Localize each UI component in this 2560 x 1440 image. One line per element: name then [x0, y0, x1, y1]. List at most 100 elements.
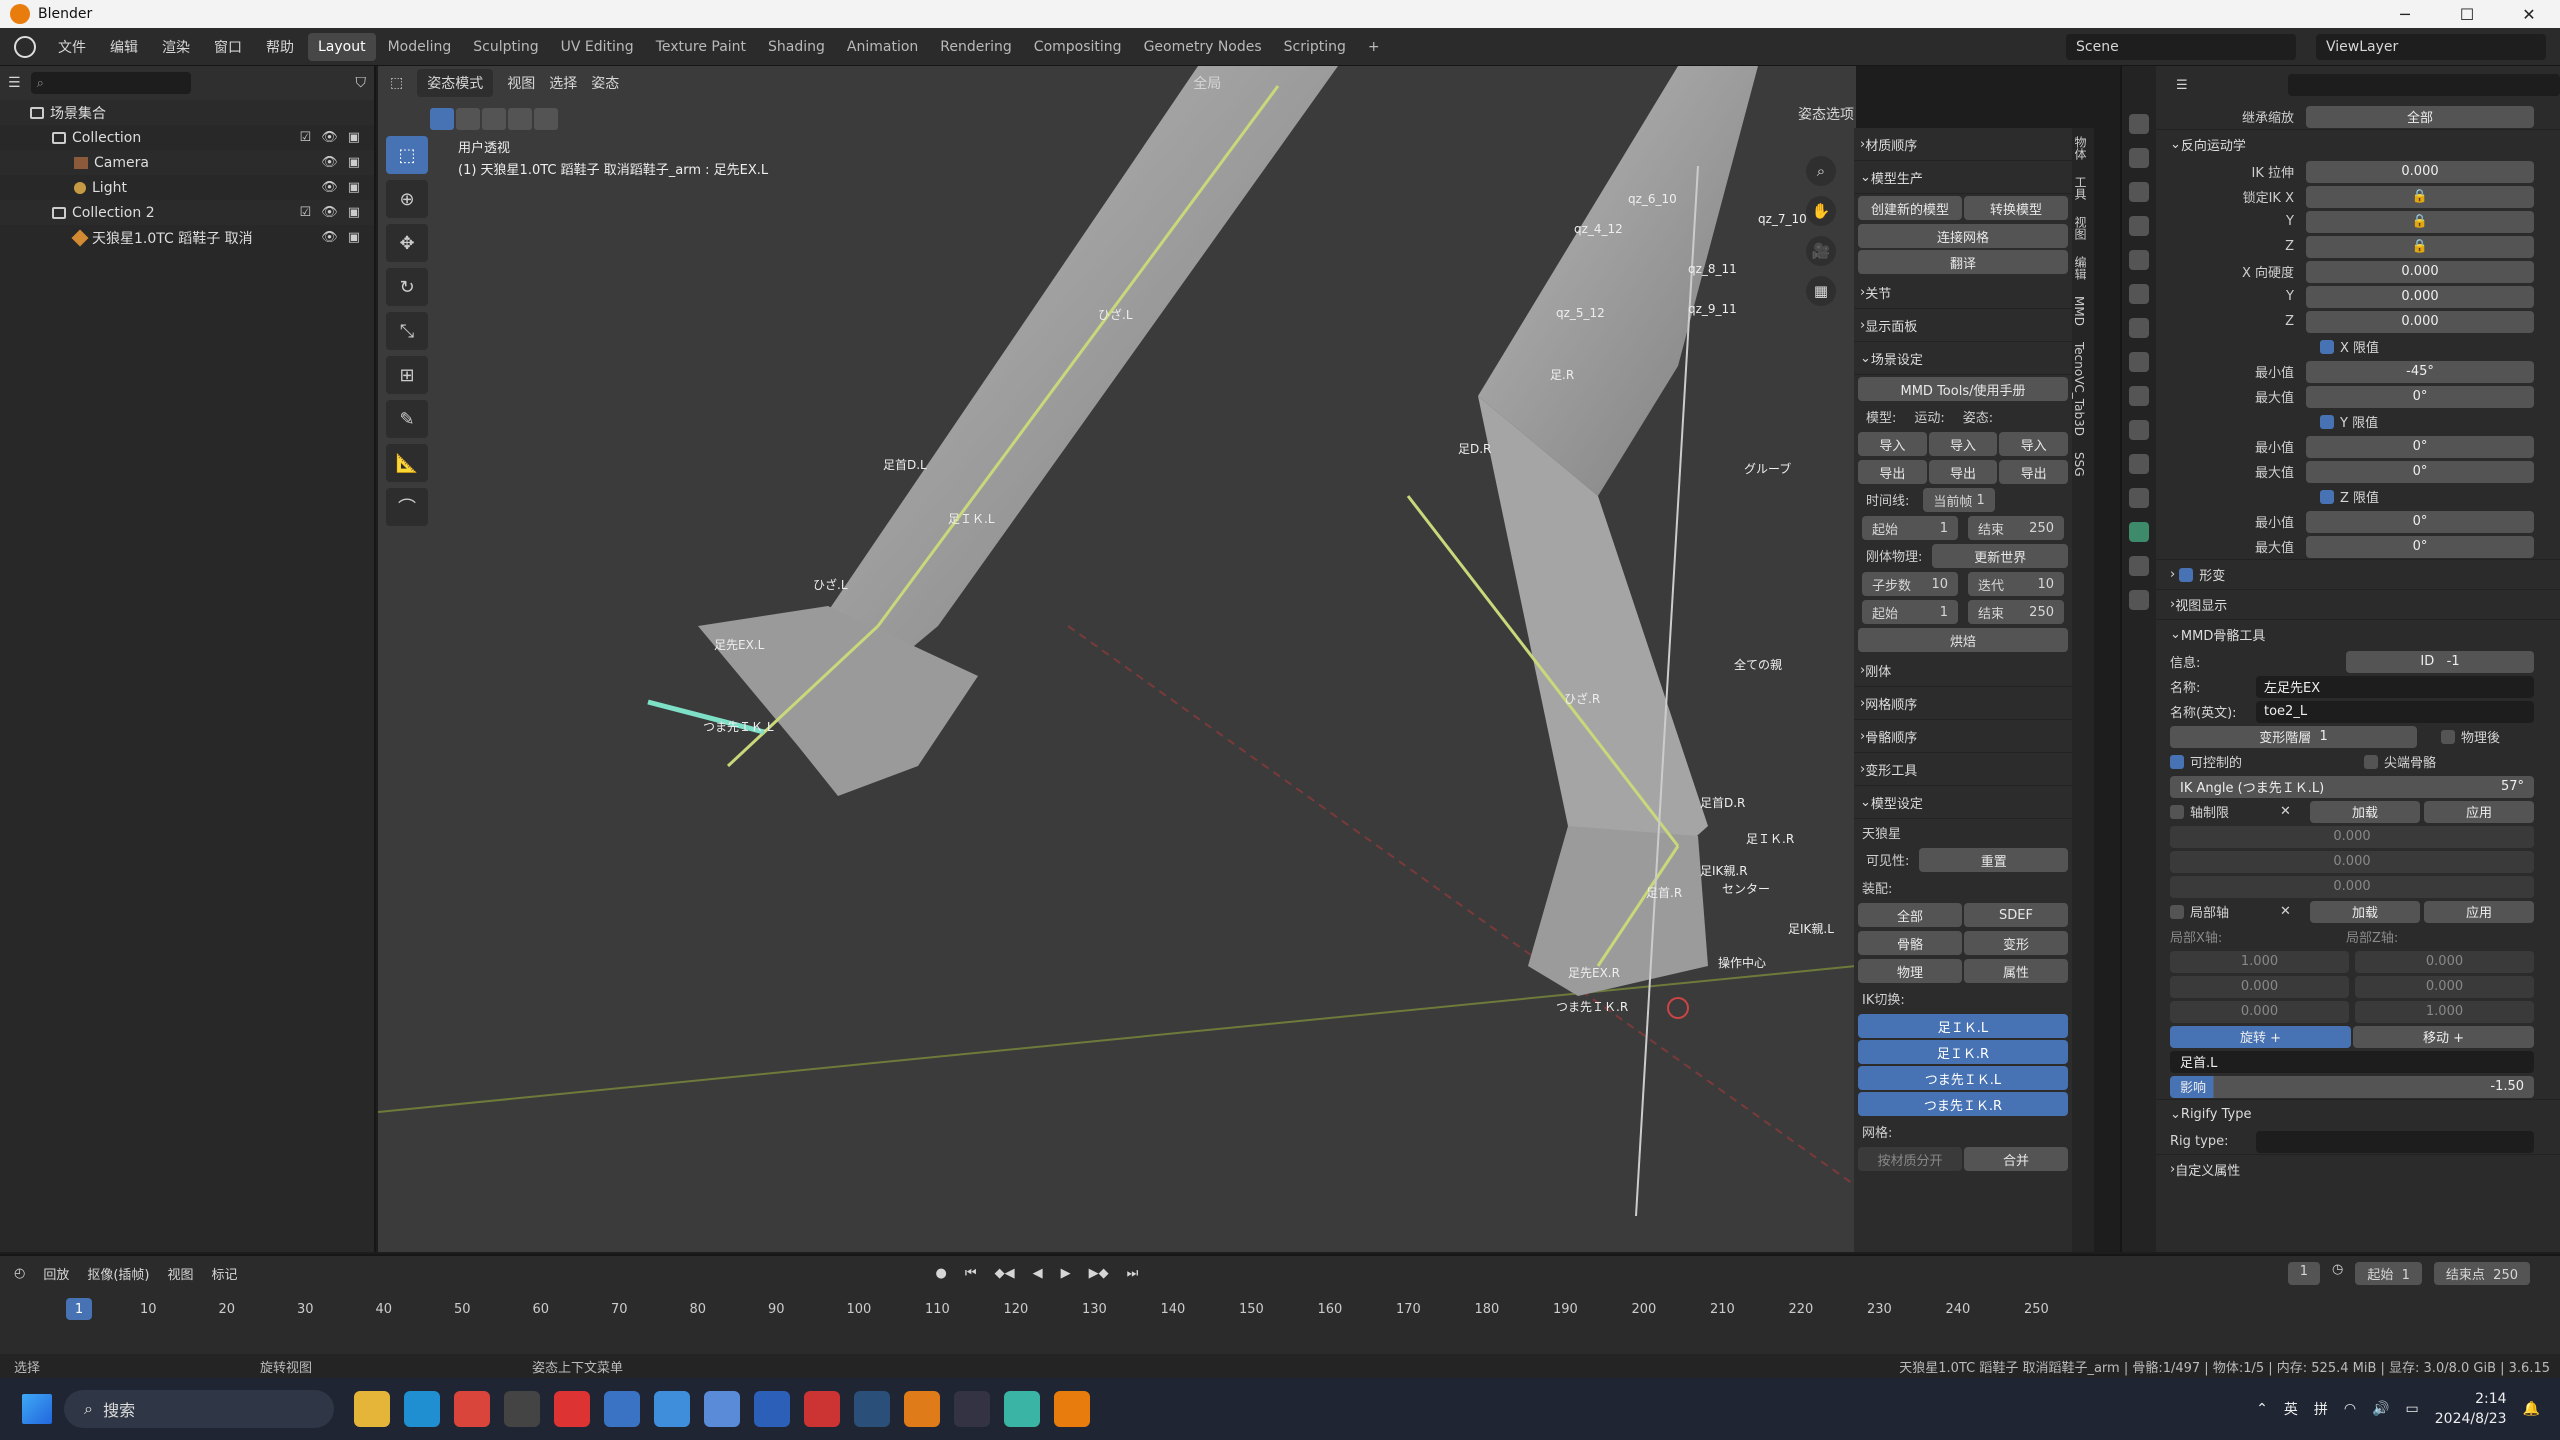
ime-lang-indicator[interactable]: 英: [2284, 1399, 2298, 1419]
update-world-button[interactable]: 更新世界: [1932, 544, 2068, 568]
eye-icon[interactable]: 👁: [321, 230, 338, 245]
section-custom-properties[interactable]: › 自定义属性: [2156, 1154, 2560, 1184]
properties-search-input[interactable]: [2287, 74, 2560, 96]
bone-id-field[interactable]: ID -1: [2346, 650, 2534, 673]
z-limit-checkbox[interactable]: [2320, 489, 2334, 504]
physics-props-icon[interactable]: [2129, 420, 2149, 440]
mmd-tools-manual-button[interactable]: MMD Tools/使用手册: [1858, 377, 2068, 401]
stiffness-z-field[interactable]: 0.000: [2306, 310, 2534, 333]
tab-shading[interactable]: Shading: [758, 33, 835, 61]
maximize-button[interactable]: ☐: [2436, 0, 2498, 28]
tab-modeling[interactable]: Modeling: [378, 33, 462, 61]
local-z-z-field[interactable]: 1.000: [2355, 1000, 2534, 1023]
section-rigify-type[interactable]: ⌄ Rigify Type: [2156, 1099, 2560, 1129]
checkbox-icon[interactable]: ☑: [300, 205, 312, 220]
inherit-scale-dropdown[interactable]: 全部: [2306, 105, 2534, 128]
axis-limit-checkbox[interactable]: [2170, 804, 2184, 819]
eye-icon[interactable]: 👁: [321, 155, 338, 170]
constraint-props-icon[interactable]: [2129, 454, 2149, 474]
windows-start-icon[interactable]: [22, 1394, 52, 1424]
start-frame-field[interactable]: 起始 1: [2355, 1262, 2422, 1285]
ik-toggle-foot-r[interactable]: 足ＩＫ.R: [1858, 1040, 2068, 1064]
bake-button[interactable]: 烘焙: [1858, 628, 2068, 652]
cursor-tool[interactable]: ⊕: [386, 180, 428, 218]
select-new-button[interactable]: [430, 108, 454, 130]
lock-ik-y-toggle[interactable]: 🔒: [2306, 210, 2534, 233]
editor-type-icon[interactable]: ◴: [14, 1266, 25, 1281]
render-props-icon[interactable]: [2129, 148, 2149, 168]
zoom-icon[interactable]: ⌕: [1806, 156, 1836, 186]
menu-render[interactable]: 渲染: [150, 37, 202, 57]
rotate-tool[interactable]: ↻: [386, 268, 428, 306]
section-morph-tools[interactable]: › 变形工具: [1854, 753, 2072, 786]
outliner-row-collection[interactable]: Collection ☑ 👁 ▣: [0, 125, 374, 150]
x-max-field[interactable]: 0°: [2306, 385, 2534, 408]
export-pose-button[interactable]: 导出: [1999, 460, 2069, 484]
tab-mmd[interactable]: MMD: [2072, 288, 2086, 334]
physics-end-field[interactable]: 结束 250: [1968, 600, 2064, 624]
section-rigid-body[interactable]: › 刚体: [1854, 654, 2072, 687]
app-icon[interactable]: [1004, 1391, 1040, 1427]
local-axis-checkbox[interactable]: [2170, 904, 2184, 919]
blender-menu-icon[interactable]: [14, 35, 36, 58]
section-material-order[interactable]: › 材质顺序: [1854, 128, 2072, 161]
clear-icon[interactable]: ✕: [2280, 804, 2310, 819]
clock-icon[interactable]: ◷: [2332, 1262, 2343, 1285]
notification-bell-icon[interactable]: 🔔: [2523, 1401, 2540, 1417]
ik-toggle-toe-r[interactable]: つま先ＩＫ.R: [1858, 1092, 2068, 1116]
render-icon[interactable]: ▣: [348, 180, 360, 195]
steam-icon[interactable]: [854, 1391, 890, 1427]
qq-icon[interactable]: [504, 1391, 540, 1427]
ik-toggle-foot-l[interactable]: 足ＩＫ.L: [1858, 1014, 2068, 1038]
render-icon[interactable]: ▣: [348, 205, 360, 220]
collection-props-icon[interactable]: [2129, 318, 2149, 338]
merge-button[interactable]: 合并: [1964, 1147, 2068, 1171]
export-model-button[interactable]: 导出: [1858, 460, 1927, 484]
timeline-ruler[interactable]: 1 10 20 30 40 50 60 70 80 90 100 110 120 130 140 150 16…: [0, 1294, 2560, 1334]
output-props-icon[interactable]: [2129, 182, 2149, 202]
x-limit-checkbox[interactable]: [2320, 339, 2334, 354]
local-x-x-field[interactable]: 1.000: [2170, 950, 2349, 973]
section-model-production[interactable]: ⌄ 模型生产: [1854, 161, 2072, 194]
select-subtract-button[interactable]: [482, 108, 506, 130]
assembly-bones-button[interactable]: 骨骼: [1858, 931, 1962, 955]
after-physics-checkbox[interactable]: [2440, 729, 2455, 744]
axis-apply-button[interactable]: 应用: [2424, 800, 2534, 823]
scale-tool[interactable]: ⤡: [386, 312, 428, 350]
menu-edit[interactable]: 编辑: [98, 37, 150, 57]
tab-scripting[interactable]: Scripting: [1274, 33, 1356, 61]
section-mesh-order[interactable]: › 网格顺序: [1854, 687, 2072, 720]
measure-tool[interactable]: 📐: [386, 444, 428, 482]
start-frame-field[interactable]: 起始 1: [1862, 516, 1958, 540]
battery-icon[interactable]: ▭: [2406, 1401, 2419, 1417]
armature-props-icon[interactable]: [2129, 488, 2149, 508]
tab-geometry-nodes[interactable]: Geometry Nodes: [1134, 33, 1272, 61]
tab-tool[interactable]: 工具: [2072, 168, 2089, 208]
scene-props-icon[interactable]: [2129, 250, 2149, 270]
axis-x-field[interactable]: 0.000: [2170, 825, 2534, 848]
section-display-panel[interactable]: › 显示面板: [1854, 309, 2072, 342]
app-icon[interactable]: [704, 1391, 740, 1427]
local-z-y-field[interactable]: 0.000: [2355, 975, 2534, 998]
scene-selector[interactable]: Scene: [2066, 34, 2296, 60]
playback-menu[interactable]: 回放: [43, 1264, 69, 1283]
section-scene-setup[interactable]: ⌄ 场景设定: [1854, 342, 2072, 375]
3d-viewport[interactable]: ⬚ 姿态模式 视图 选择 姿态 全局 姿态选项 用户透视 (1) 天狼星1.0T…: [378, 66, 1856, 1252]
ik-stretch-field[interactable]: 0.000: [2306, 160, 2534, 183]
menu-file[interactable]: 文件: [46, 37, 98, 57]
file-explorer-icon[interactable]: [354, 1391, 390, 1427]
tab-rendering[interactable]: Rendering: [930, 33, 1022, 61]
close-button[interactable]: ✕: [2498, 0, 2560, 28]
minimize-button[interactable]: ─: [2374, 0, 2436, 28]
pose-options-button[interactable]: 姿态选项: [1798, 104, 1854, 124]
y-max-field[interactable]: 0°: [2306, 460, 2534, 483]
display-mode-icon[interactable]: ☰: [8, 75, 21, 91]
play-reverse-icon[interactable]: ◀: [1033, 1266, 1043, 1281]
tab-compositing[interactable]: Compositing: [1024, 33, 1132, 61]
jump-keyframe-forward-icon[interactable]: ▶◆: [1089, 1266, 1109, 1281]
local-apply-button[interactable]: 应用: [2424, 900, 2534, 923]
marker-menu[interactable]: 标记: [212, 1264, 238, 1283]
section-inverse-kinematics[interactable]: ⌄ 反向运动学: [2156, 129, 2560, 159]
jump-end-icon[interactable]: ⏭: [1127, 1266, 1139, 1281]
view-layer-props-icon[interactable]: [2129, 216, 2149, 236]
